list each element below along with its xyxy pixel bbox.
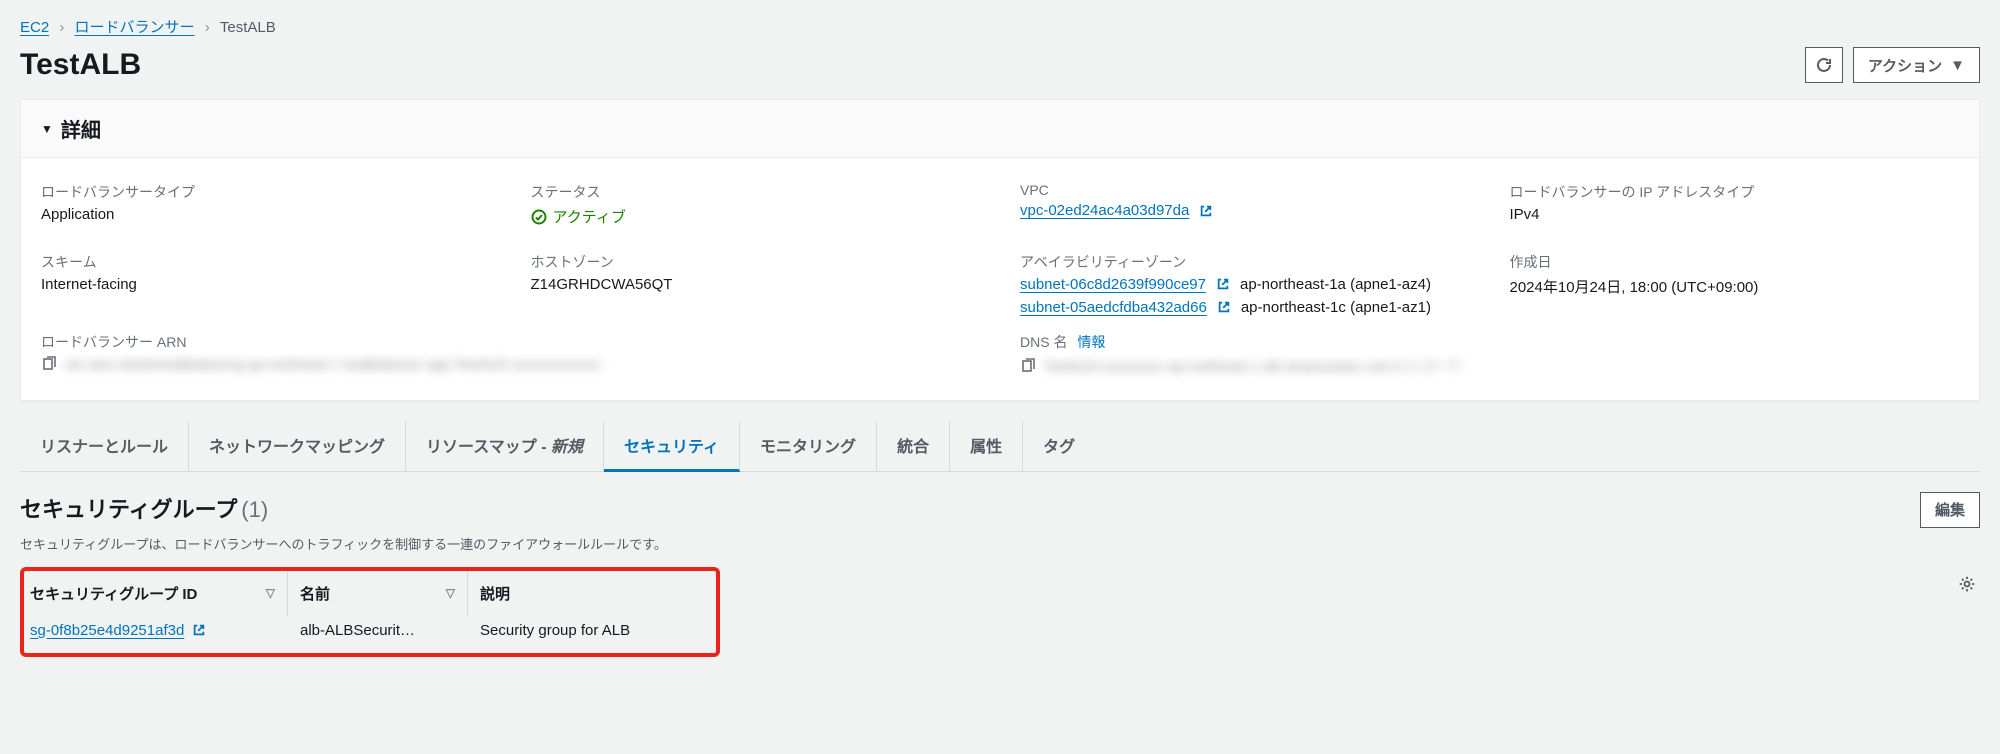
refresh-button[interactable] [1805,47,1843,83]
column-header-name[interactable]: 名前 ▽ [300,571,468,616]
breadcrumb: EC2 › ロードバランサー › TestALB [0,0,2000,47]
column-header-name-label: 名前 [300,583,330,604]
field-label: VPC [1020,182,1470,198]
breadcrumb-current: TestALB [220,19,276,36]
tab-resource-map-label: リソースマップ - [426,439,551,456]
arn-value-redacted: arn aws elasticloadbalancing ap-northeas… [65,356,601,372]
tab-resource-map-new: 新規 [551,439,583,456]
dns-info-link[interactable]: 情報 [1077,334,1105,350]
field-hosted-zone: ホストゾーン Z14GRHDCWA56QT [531,252,981,316]
field-value: IPv4 [1510,206,1960,223]
sort-icon: ▽ [446,586,455,600]
actions-button[interactable]: アクション ▼ [1853,47,1980,83]
field-value: Z14GRHDCWA56QT [531,276,981,293]
field-label: ホストゾーン [531,252,981,272]
field-value: Application [41,206,491,223]
tab-resource-map[interactable]: リソースマップ - 新規 [406,421,604,471]
field-label: ステータス [531,182,981,202]
breadcrumb-separator: › [205,19,210,36]
field-created: 作成日 2024年10月24日, 18:00 (UTC+09:00) [1510,252,1960,316]
edit-security-groups-button[interactable]: 編集 [1920,492,1980,528]
page-title: TestALB [20,48,141,82]
field-arn: ロードバランサー ARN arn aws elasticloadbalancin… [41,332,980,376]
copy-icon[interactable] [41,356,57,372]
breadcrumb-ec2[interactable]: EC2 [20,19,49,36]
field-label: スキーム [41,252,491,272]
security-groups-section: セキュリティグループ (1) 編集 セキュリティグループは、ロードバランサーへの… [20,492,1980,657]
column-header-description-label: 説明 [480,583,510,604]
external-link-icon [192,623,206,637]
tab-tags[interactable]: タグ [1023,421,1095,471]
field-ip-type: ロードバランサーの IP アドレスタイプ IPv4 [1510,182,1960,228]
security-groups-table-highlight: セキュリティグループ ID ▽ 名前 ▽ 説明 sg-0f8b25e4d9251… [20,567,720,657]
details-panel-header[interactable]: ▼ 詳細 [21,100,1979,158]
details-panel-title: 詳細 [61,114,101,143]
dns-label-text: DNS 名 [1020,334,1067,350]
actions-button-label: アクション [1868,55,1942,76]
security-groups-count: (1) [241,497,268,522]
vpc-link[interactable]: vpc-02ed24ac4a03d97da [1020,202,1189,219]
refresh-icon [1816,57,1832,73]
details-panel: ▼ 詳細 ロードバランサータイプ Application ステータス アクティブ… [20,99,1980,401]
field-label: DNS 名 情報 [1020,332,1959,352]
tab-listeners[interactable]: リスナーとルール [20,421,189,471]
sg-id-link[interactable]: sg-0f8b25e4d9251af3d [30,622,184,639]
security-groups-description: セキュリティグループは、ロードバランサーへのトラフィックを制御する一連のファイア… [20,534,1980,553]
external-link-icon [1199,204,1213,218]
collapse-caret-icon: ▼ [41,122,53,136]
subnet-link-2[interactable]: subnet-05aedcfdba432ad66 [1020,299,1207,316]
column-header-sg-id-label: セキュリティグループ ID [30,583,197,604]
field-availability-zones: アベイラビリティーゾーン subnet-06c8d2639f990ce97 ap… [1020,252,1470,316]
tab-integrations[interactable]: 統合 [877,421,950,471]
field-label: ロードバランサータイプ [41,182,491,202]
page-header: TestALB アクション ▼ [0,47,2000,99]
tab-monitoring[interactable]: モニタリング [740,421,877,471]
dns-value-redacted: TestALB-xxxxxxxxx ap-northeast-1 elb ama… [1044,356,1462,376]
status-active: アクティブ [531,206,626,227]
tabs: リスナーとルール ネットワークマッピング リソースマップ - 新規 セキュリティ… [20,421,1980,472]
field-value: Internet-facing [41,276,491,293]
sg-name-cell: alb-ALBSecurit… [300,616,480,645]
column-header-sg-id[interactable]: セキュリティグループ ID ▽ [30,571,288,616]
external-link-icon [1216,277,1230,291]
field-scheme: スキーム Internet-facing [41,252,491,316]
field-value: 2024年10月24日, 18:00 (UTC+09:00) [1510,276,1960,297]
gear-icon[interactable] [1958,575,1976,593]
field-label: ロードバランサーの IP アドレスタイプ [1510,182,1960,202]
security-groups-title: セキュリティグループ [20,497,237,522]
breadcrumb-loadbalancers[interactable]: ロードバランサー [75,19,195,36]
caret-down-icon: ▼ [1950,57,1965,74]
field-label: 作成日 [1510,252,1960,272]
tab-network-mapping[interactable]: ネットワークマッピング [189,421,406,471]
subnet-link-1[interactable]: subnet-06c8d2639f990ce97 [1020,276,1206,293]
field-dns: DNS 名 情報 TestALB-xxxxxxxxx ap-northeast-… [1020,332,1959,376]
field-status: ステータス アクティブ [531,182,981,228]
field-label: ロードバランサー ARN [41,332,980,352]
column-header-description[interactable]: 説明 [480,571,688,616]
sg-desc-cell: Security group for ALB [480,616,700,645]
az-1-text: ap-northeast-1a (apne1-az4) [1240,276,1431,293]
tab-attributes[interactable]: 属性 [950,421,1023,471]
copy-icon[interactable] [1020,358,1036,374]
status-text: アクティブ [553,206,626,227]
tab-security[interactable]: セキュリティ [604,421,740,472]
external-link-icon [1217,300,1231,314]
header-actions: アクション ▼ [1805,47,1980,83]
az-2-text: ap-northeast-1c (apne1-az1) [1241,299,1431,316]
table-row: sg-0f8b25e4d9251af3d alb-ALBSecurit… Sec… [30,616,710,645]
sort-icon: ▽ [266,586,275,600]
breadcrumb-separator: › [59,19,64,36]
table-header-row: セキュリティグループ ID ▽ 名前 ▽ 説明 [30,571,710,616]
check-circle-icon [531,209,547,225]
field-vpc: VPC vpc-02ed24ac4a03d97da [1020,182,1470,228]
field-lb-type: ロードバランサータイプ Application [41,182,491,228]
field-label: アベイラビリティーゾーン [1020,252,1470,272]
